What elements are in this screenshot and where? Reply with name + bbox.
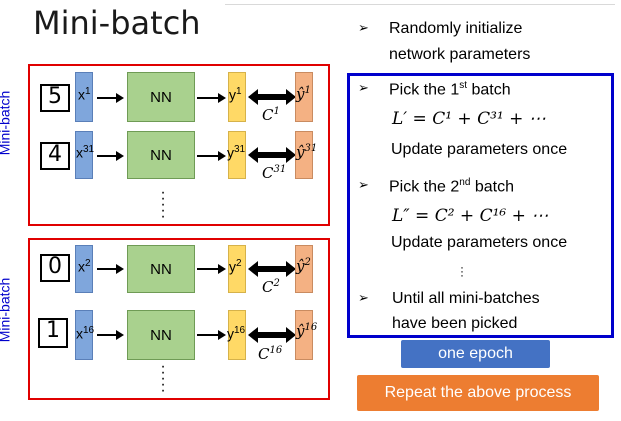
nn-block: NN: [127, 245, 195, 293]
update-text-2: Update parameters once: [391, 234, 568, 251]
digit-image: 5: [40, 84, 70, 112]
repeat-process-button[interactable]: Repeat the above process: [357, 375, 599, 411]
page-title: Mini-batch: [33, 4, 201, 42]
vertical-ellipsis-icon: · · ·: [460, 260, 464, 282]
mini-batch-label-top: Mini-batch: [0, 90, 13, 156]
mini-batch-label-bottom: Mini-batch: [0, 277, 13, 343]
init-line-1: Randomly initialize: [389, 20, 523, 37]
loss-formula-1: L′ = C¹ + C³¹ + ⋯: [392, 109, 546, 129]
target-label: ŷ2: [296, 257, 311, 275]
until-line-1: Until all mini-batches: [392, 290, 540, 307]
input-label: x31: [76, 144, 95, 161]
title-divider: [225, 4, 615, 5]
one-epoch-button[interactable]: one epoch: [401, 340, 550, 368]
double-arrow-icon: [248, 89, 296, 105]
input-label: x1: [78, 86, 91, 103]
arrow-icon: [97, 330, 124, 340]
double-arrow-icon: [248, 147, 296, 163]
arrow-bullet-icon: ➢: [358, 290, 369, 305]
input-label: x16: [76, 325, 95, 342]
output-label: y2: [229, 258, 242, 275]
cost-label: C31: [262, 164, 287, 182]
double-arrow-icon: [248, 261, 296, 277]
arrow-icon: [97, 151, 124, 161]
arrow-icon: [97, 93, 124, 103]
output-label: y31: [227, 144, 246, 161]
output-label: y1: [229, 86, 242, 103]
update-text-1: Update parameters once: [391, 141, 568, 158]
cost-label: C2: [262, 278, 280, 296]
double-arrow-icon: [248, 327, 296, 343]
arrow-icon: [97, 264, 124, 274]
arrow-bullet-icon: ➢: [358, 20, 369, 35]
nn-block: NN: [127, 131, 195, 179]
nn-block: NN: [127, 310, 195, 360]
init-line-2: network parameters: [389, 46, 531, 63]
cost-label: C16: [258, 345, 283, 363]
target-label: ŷ1: [296, 85, 311, 103]
loss-formula-2: L″ = C² + C¹⁶ + ⋯: [392, 206, 549, 226]
nn-block: NN: [127, 72, 195, 122]
arrow-bullet-icon: ➢: [358, 80, 369, 95]
arrow-icon: [197, 264, 226, 274]
vertical-ellipsis-icon: · · · · ·: [160, 358, 166, 399]
arrow-bullet-icon: ➢: [358, 177, 369, 192]
digit-image: 0: [40, 254, 70, 282]
arrow-icon: [197, 151, 226, 161]
target-label: ŷ31: [296, 143, 318, 161]
input-label: x2: [78, 258, 91, 275]
pick-batch-2: Pick the 2nd batch: [389, 177, 514, 196]
digit-image: 4: [40, 142, 70, 170]
pick-batch-1: Pick the 1st batch: [389, 80, 511, 99]
arrow-icon: [197, 93, 226, 103]
vertical-ellipsis-icon: · · · · ·: [160, 184, 166, 225]
target-label: ŷ16: [296, 322, 318, 340]
arrow-icon: [197, 330, 226, 340]
cost-label: C1: [262, 106, 280, 124]
output-label: y16: [227, 325, 246, 342]
until-line-2: have been picked: [392, 315, 518, 332]
digit-image: 1: [38, 318, 68, 348]
